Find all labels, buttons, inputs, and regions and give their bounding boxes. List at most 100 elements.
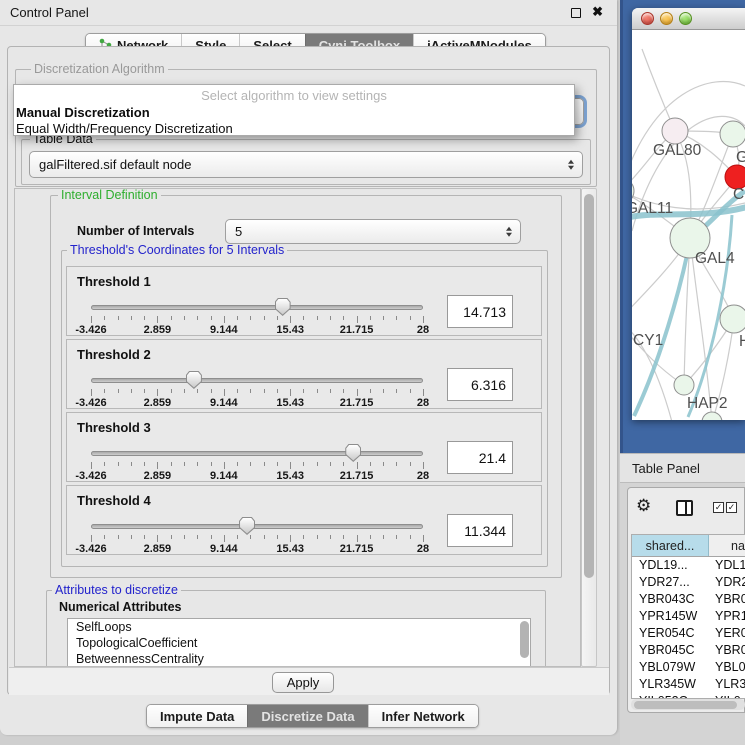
numerical-attributes-list[interactable]: SelfLoopsTopologicalCoefficientBetweenne…	[67, 618, 531, 667]
tick-mark	[396, 389, 397, 393]
table-header-row: shared... na	[632, 535, 745, 557]
tick-mark	[118, 389, 119, 393]
tick-mark	[330, 535, 331, 539]
network-canvas[interactable]: GAL80GACGAL11GAL4GCY1HHAP2	[632, 31, 745, 420]
tick-mark	[330, 389, 331, 393]
tick-mark	[184, 316, 185, 320]
tick-mark	[211, 462, 212, 466]
slider-thumb-face	[346, 445, 360, 461]
tick-mark	[157, 462, 158, 469]
node-label-h: H	[739, 333, 745, 350]
zoom-traffic-icon[interactable]	[679, 12, 692, 25]
attribute-item[interactable]: TopologicalCoefficient	[68, 635, 530, 651]
table-row[interactable]: YLR345WYLR3	[632, 676, 745, 693]
tick-mark	[237, 316, 238, 320]
threshold-panel: Threshold 1-3.4262.8599.14415.4321.71528…	[66, 266, 542, 336]
cell-shared-name: YDR27...	[632, 574, 709, 591]
slider-thumb[interactable]	[239, 517, 255, 535]
float-window-icon[interactable]	[571, 8, 581, 18]
slider-thumb[interactable]	[186, 371, 202, 389]
tick-label: -3.426	[75, 470, 106, 482]
close-traffic-icon[interactable]	[641, 12, 654, 25]
checkbox-icon[interactable]: ✓	[713, 502, 724, 513]
node-node-ne[interactable]	[720, 121, 745, 147]
panel-scrollbar-thumb[interactable]	[584, 194, 594, 578]
threshold-slider[interactable]: -3.4262.8599.14415.4321.71528	[81, 370, 425, 408]
tick-mark	[423, 535, 424, 542]
algorithm-option[interactable]: Manual Discretization	[14, 105, 574, 121]
tick-mark	[250, 316, 251, 320]
tab-discretize-data[interactable]: Discretize Data	[247, 705, 367, 727]
tick-mark	[224, 389, 225, 396]
node-label-gal4: GAL4	[695, 250, 735, 267]
tick-label: -3.426	[75, 324, 106, 336]
node-label-gal80: GAL80	[653, 142, 702, 159]
node-gal80[interactable]	[662, 118, 688, 144]
table-hscrollbar-thumb[interactable]	[634, 701, 737, 709]
tick-mark	[91, 535, 92, 542]
number-of-intervals-combobox[interactable]: 5	[225, 219, 521, 244]
tick-mark	[211, 389, 212, 393]
node-label-gcy1: GCY1	[632, 332, 663, 349]
cell-name: YBL0	[709, 659, 745, 676]
threshold-value[interactable]: 14.713	[447, 295, 513, 328]
algorithm-option[interactable]: Equal Width/Frequency Discretization	[14, 121, 574, 137]
table-hscrollbar[interactable]	[631, 699, 745, 710]
table-row[interactable]: YDR27...YDR2	[632, 574, 745, 591]
threshold-slider[interactable]: -3.4262.8599.14415.4321.71528	[81, 443, 425, 481]
tab-infer-network[interactable]: Infer Network	[368, 705, 478, 727]
tick-mark	[171, 389, 172, 393]
table-panel-titlebar: Table Panel	[620, 453, 745, 483]
tick-mark	[357, 316, 358, 323]
threshold-value[interactable]: 21.4	[447, 441, 513, 474]
slider-thumb[interactable]	[345, 444, 361, 462]
table-row[interactable]: YER054CYER0	[632, 625, 745, 642]
minimize-traffic-icon[interactable]	[660, 12, 673, 25]
tick-label: 9.144	[210, 397, 238, 409]
table-row[interactable]: YBL079WYBL0	[632, 659, 745, 676]
node-node-h[interactable]	[720, 305, 745, 333]
column-header-shared-name[interactable]: shared...	[632, 535, 709, 556]
table-row[interactable]: YBR045CYBR0	[632, 642, 745, 659]
node-hap2[interactable]	[674, 375, 694, 395]
list-scrollbar-thumb[interactable]	[520, 621, 529, 658]
table-row[interactable]: YBR043CYBR0	[632, 591, 745, 608]
network-view-window: GAL80GACGAL11GAL4GCY1HHAP2	[632, 8, 745, 420]
threshold-value[interactable]: 11.344	[447, 514, 513, 547]
table-row[interactable]: YDL19...YDL1	[632, 557, 745, 574]
node-node-s[interactable]	[702, 412, 722, 420]
cell-name: YPR1	[709, 608, 745, 625]
node-label-gal11: GAL11	[632, 200, 673, 217]
tick-mark	[118, 316, 119, 320]
threshold-label: Threshold 3	[77, 420, 151, 435]
tick-mark	[157, 535, 158, 542]
tick-mark	[343, 389, 344, 393]
attribute-item[interactable]: SelfLoops	[68, 619, 530, 635]
slider-thumb[interactable]	[275, 298, 291, 316]
cell-shared-name: YBL079W	[632, 659, 709, 676]
tick-mark	[144, 535, 145, 539]
tab-impute-data[interactable]: Impute Data	[147, 705, 247, 727]
tick-mark	[197, 316, 198, 320]
table-data-combobox[interactable]: galFiltered.sif default node	[29, 151, 583, 178]
close-icon[interactable]: ✖	[592, 4, 603, 20]
column-header-name[interactable]: na	[709, 535, 745, 556]
checkbox-icon[interactable]: ✓	[726, 502, 737, 513]
split-columns-icon[interactable]	[676, 500, 693, 516]
threshold-slider[interactable]: -3.4262.8599.14415.4321.71528	[81, 297, 425, 335]
table-row[interactable]: YIL052CYIL0	[632, 693, 745, 698]
threshold-value[interactable]: 6.316	[447, 368, 513, 401]
apply-button[interactable]: Apply	[272, 672, 334, 693]
control-panel-titlebar: Control Panel ✖	[0, 0, 617, 26]
thresholds-legend: Threshold's Coordinates for 5 Intervals	[67, 244, 287, 257]
gear-icon[interactable]: ⚙	[636, 496, 651, 516]
tick-mark	[171, 535, 172, 539]
threshold-slider[interactable]: -3.4262.8599.14415.4321.71528	[81, 516, 425, 554]
table-row[interactable]: YPR145WYPR1	[632, 608, 745, 625]
interval-definition-legend: Interval Definition	[58, 189, 161, 202]
panel-scrollbar[interactable]	[581, 188, 597, 667]
attribute-item[interactable]: BetweennessCentrality	[68, 651, 530, 667]
tick-mark	[144, 316, 145, 320]
slider-track	[91, 524, 423, 529]
tick-mark	[157, 389, 158, 396]
